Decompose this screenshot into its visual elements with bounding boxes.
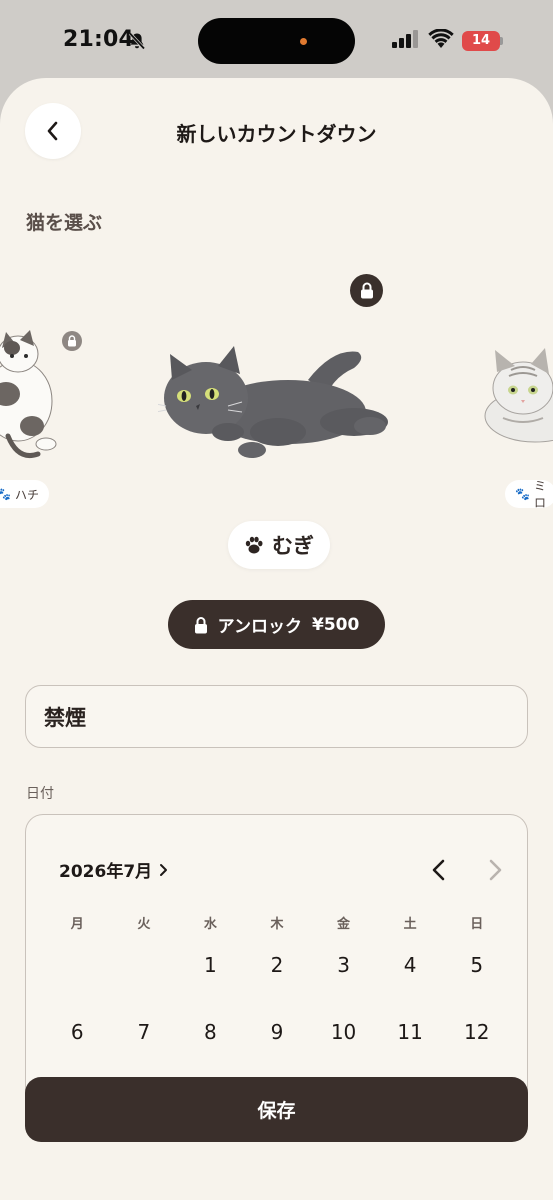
cat-name-hachi: ハチ (14, 487, 39, 502)
lock-icon (360, 282, 373, 299)
status-time: 21:04 (63, 27, 135, 52)
weekday-header: 月 火 水 木 金 土 日 (44, 913, 510, 932)
paw-icon: 🐾 (0, 487, 11, 501)
weekday-label: 日 (470, 917, 484, 932)
weekday-label: 金 (337, 917, 351, 932)
month-selector[interactable]: 2026年7月 (59, 857, 168, 882)
day-cell[interactable]: 5 (443, 945, 510, 1012)
lock-badge-small (62, 331, 82, 351)
paw-icon (245, 536, 263, 554)
day-cell[interactable]: 9 (244, 1012, 311, 1079)
camera-indicator-icon (300, 38, 307, 45)
day-cell[interactable]: 11 (377, 1012, 444, 1079)
day-cell[interactable]: 2 (244, 945, 311, 1012)
bell-slash-icon (128, 32, 146, 50)
day-cell[interactable]: 3 (310, 945, 377, 1012)
save-button[interactable]: 保存 (25, 1077, 528, 1142)
selected-cat-name: むぎ (272, 534, 314, 558)
paw-icon: 🐾 (515, 487, 530, 501)
previous-month-button[interactable] (429, 858, 449, 882)
lock-icon (194, 616, 207, 633)
weekday-label: 木 (270, 917, 284, 932)
day-cell[interactable]: 7 (111, 1012, 178, 1079)
day-cell[interactable]: 12 (443, 1012, 510, 1079)
unlock-button[interactable]: アンロック ¥500 (168, 600, 385, 649)
cat-miro-image[interactable] (483, 346, 553, 446)
day-blank (111, 945, 178, 1012)
selected-cat-chip: むぎ (228, 521, 330, 569)
day-blank (44, 945, 111, 1012)
battery-icon: 14 (462, 31, 500, 51)
wifi-icon (428, 29, 454, 48)
page-title: 新しいカウントダウン (176, 122, 377, 146)
weekday-label: 月 (70, 917, 84, 932)
countdown-sheet: 新しいカウントダウン 猫を選ぶ 🐾 ハチ 🐾 ミロ むぎ アンロック ¥500 … (0, 78, 553, 1200)
month-label: 2026年7月 (59, 862, 153, 882)
day-grid: 1 2 3 4 5 6 7 8 9 10 11 12 (44, 945, 510, 1079)
day-cell[interactable]: 1 (177, 945, 244, 1012)
dynamic-island (198, 18, 355, 64)
countdown-title-input[interactable]: 禁煙 (25, 685, 528, 748)
date-picker-calendar: 2026年7月 月 火 水 木 金 土 日 1 2 3 4 5 6 7 8 9 … (25, 814, 528, 1114)
cat-chip-hachi[interactable]: 🐾 ハチ (0, 480, 49, 508)
lock-badge (350, 274, 383, 307)
weekday-label: 火 (137, 917, 151, 932)
status-bar: 21:04 14 (0, 0, 553, 78)
weekday-label: 水 (203, 917, 217, 932)
cat-name-miro: ミロ (533, 479, 546, 510)
lock-icon (68, 335, 76, 347)
day-cell[interactable]: 4 (377, 945, 444, 1012)
chevron-right-icon (160, 863, 168, 876)
next-month-button[interactable] (485, 858, 505, 882)
cat-hachi-image[interactable] (0, 326, 66, 466)
cat-chip-miro[interactable]: 🐾 ミロ (505, 479, 553, 510)
weekday-label: 土 (403, 917, 417, 932)
day-cell[interactable]: 6 (44, 1012, 111, 1079)
unlock-price: ¥500 (312, 614, 360, 635)
cat-mugi-image[interactable] (158, 340, 392, 462)
cellular-signal-icon (392, 30, 418, 48)
unlock-label: アンロック (217, 617, 302, 637)
cat-section-label: 猫を選ぶ (26, 212, 103, 234)
date-label: 日付 (26, 786, 54, 802)
battery-tip (500, 37, 503, 45)
day-cell[interactable]: 10 (310, 1012, 377, 1079)
day-cell[interactable]: 8 (177, 1012, 244, 1079)
